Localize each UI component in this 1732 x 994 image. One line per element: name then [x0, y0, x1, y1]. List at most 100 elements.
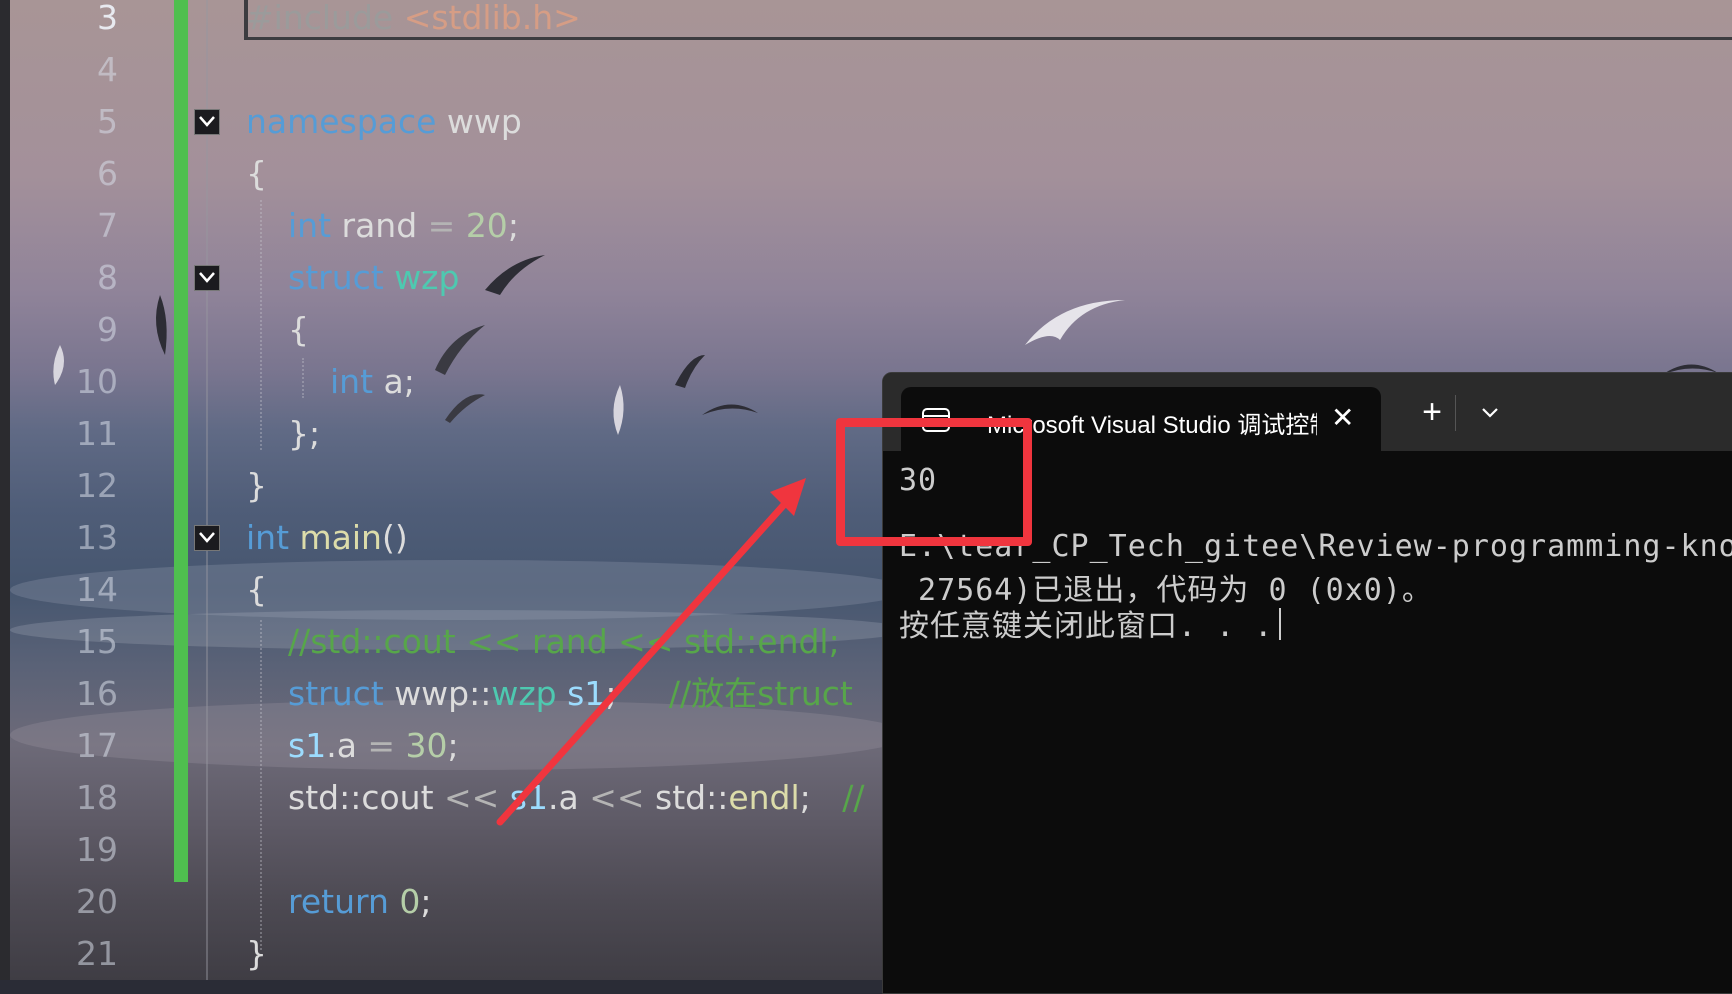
indent-guide — [260, 620, 262, 950]
keyword: return — [288, 882, 389, 921]
comment: // — [810, 778, 865, 817]
close-tab-button[interactable]: ✕ — [1331, 401, 1354, 434]
tab-separator — [1455, 395, 1456, 431]
code-line-20[interactable]: return 0; — [288, 876, 432, 928]
fold-toggle-struct[interactable] — [194, 265, 220, 291]
identifier: s1 — [556, 674, 606, 713]
keyword: int — [288, 206, 332, 245]
line-number: 16 — [76, 674, 118, 713]
keyword: int — [246, 518, 290, 557]
operator: << — [589, 778, 655, 817]
line-number: 6 — [97, 154, 118, 193]
code-line-17[interactable]: s1.a = 30; — [288, 720, 459, 772]
punctuation: ; — [799, 778, 811, 817]
keyword: int — [330, 362, 374, 401]
keyword: namespace — [246, 102, 437, 141]
number-literal: 0 — [388, 882, 421, 921]
operator: = — [427, 206, 466, 245]
identifier: s1 — [288, 726, 327, 765]
qualified-name: std::cout — [288, 778, 444, 817]
annotation-highlight-box — [836, 418, 1032, 546]
console-output-line: 按任意键关闭此窗口. . . — [899, 601, 1282, 645]
member-access: .a — [326, 726, 368, 765]
namespace-name: wwp — [436, 102, 522, 141]
console-tab-title: Microsoft Visual Studio 调试控制台 — [987, 412, 1317, 439]
bird-icon — [675, 355, 705, 388]
code-line-3[interactable]: #include <stdlib.h> — [246, 0, 581, 44]
code-line-6[interactable]: { — [246, 148, 267, 200]
chevron-down-icon — [199, 532, 215, 543]
code-line-13[interactable]: int main() — [246, 512, 408, 564]
keyword: struct — [288, 258, 384, 297]
identifier: s1 — [509, 778, 548, 817]
punctuation: ; — [447, 726, 459, 765]
outline-guide — [206, 0, 208, 980]
operator: << — [444, 778, 510, 817]
bird-icon — [445, 394, 485, 423]
line-number: 4 — [97, 50, 118, 89]
chevron-down-icon — [1482, 408, 1498, 418]
punctuation: ; — [507, 206, 519, 245]
new-tab-button[interactable]: + — [1407, 387, 1457, 437]
chevron-down-icon — [199, 272, 215, 283]
include-directive: #include — [246, 0, 404, 37]
code-line-12[interactable]: } — [246, 460, 267, 512]
punctuation: () — [381, 518, 408, 557]
line-number: 15 — [76, 622, 118, 661]
line-number: 9 — [97, 310, 118, 349]
code-line-10[interactable]: int a; — [330, 356, 415, 408]
identifier: a; — [373, 362, 415, 401]
code-line-18[interactable]: std::cout << s1.a << std::endl; // — [288, 772, 865, 824]
code-line-8[interactable]: struct wzp — [288, 252, 459, 304]
code-line-16[interactable]: struct wwp::wzp s1; //放在struct — [288, 668, 853, 720]
member-access: .a — [548, 778, 590, 817]
code-line-7[interactable]: int rand = 20; — [288, 200, 519, 252]
indent-guide — [302, 358, 304, 398]
chevron-down-icon — [199, 116, 215, 127]
function-name: main — [289, 518, 382, 557]
punctuation: ; — [420, 882, 432, 921]
identifier: rand — [331, 206, 428, 245]
line-number: 17 — [76, 726, 118, 765]
bird-icon — [435, 325, 485, 375]
fold-toggle-namespace[interactable] — [194, 109, 220, 135]
change-indicator-bar — [174, 0, 188, 882]
line-number: 13 — [76, 518, 118, 557]
line-number: 21 — [76, 934, 118, 973]
window-edge — [0, 0, 10, 980]
namespace-qualifier: std:: — [655, 778, 729, 817]
line-number: 5 — [97, 102, 118, 141]
code-line-11[interactable]: }; — [288, 408, 320, 460]
code-line-14[interactable]: { — [246, 564, 267, 616]
keyword: struct — [288, 674, 384, 713]
indent-guide — [260, 200, 262, 450]
line-number: 11 — [76, 414, 118, 453]
line-number: 10 — [76, 362, 118, 401]
number-literal: 30 — [405, 726, 448, 765]
line-number: 8 — [97, 258, 118, 297]
line-number: 12 — [76, 466, 118, 505]
bird-icon — [702, 404, 758, 415]
code-line-9[interactable]: { — [288, 304, 309, 356]
type-name: wzp — [383, 258, 460, 297]
line-number: 19 — [76, 830, 118, 869]
tab-dropdown-button[interactable] — [1465, 389, 1515, 439]
bird-icon — [485, 255, 545, 295]
line-number: 14 — [76, 570, 118, 609]
number-literal: 20 — [465, 206, 508, 245]
bird-icon — [613, 385, 624, 435]
header-name: <stdlib.h> — [403, 0, 581, 37]
line-number: 18 — [76, 778, 118, 817]
comment: //放在struct — [616, 674, 853, 713]
punctuation: ; — [605, 674, 617, 713]
bird-icon — [1025, 300, 1125, 345]
line-number: 7 — [97, 206, 118, 245]
line-number: 20 — [76, 882, 118, 921]
code-line-15[interactable]: //std::cout << rand << std::endl; — [288, 616, 840, 668]
code-line-21[interactable]: } — [246, 928, 267, 980]
operator: = — [367, 726, 406, 765]
code-line-5[interactable]: namespace wwp — [246, 96, 522, 148]
console-prompt-text: 按任意键关闭此窗口. . . — [899, 609, 1274, 644]
fold-toggle-main[interactable] — [194, 525, 220, 551]
namespace-qualifier: wwp:: — [383, 674, 492, 713]
